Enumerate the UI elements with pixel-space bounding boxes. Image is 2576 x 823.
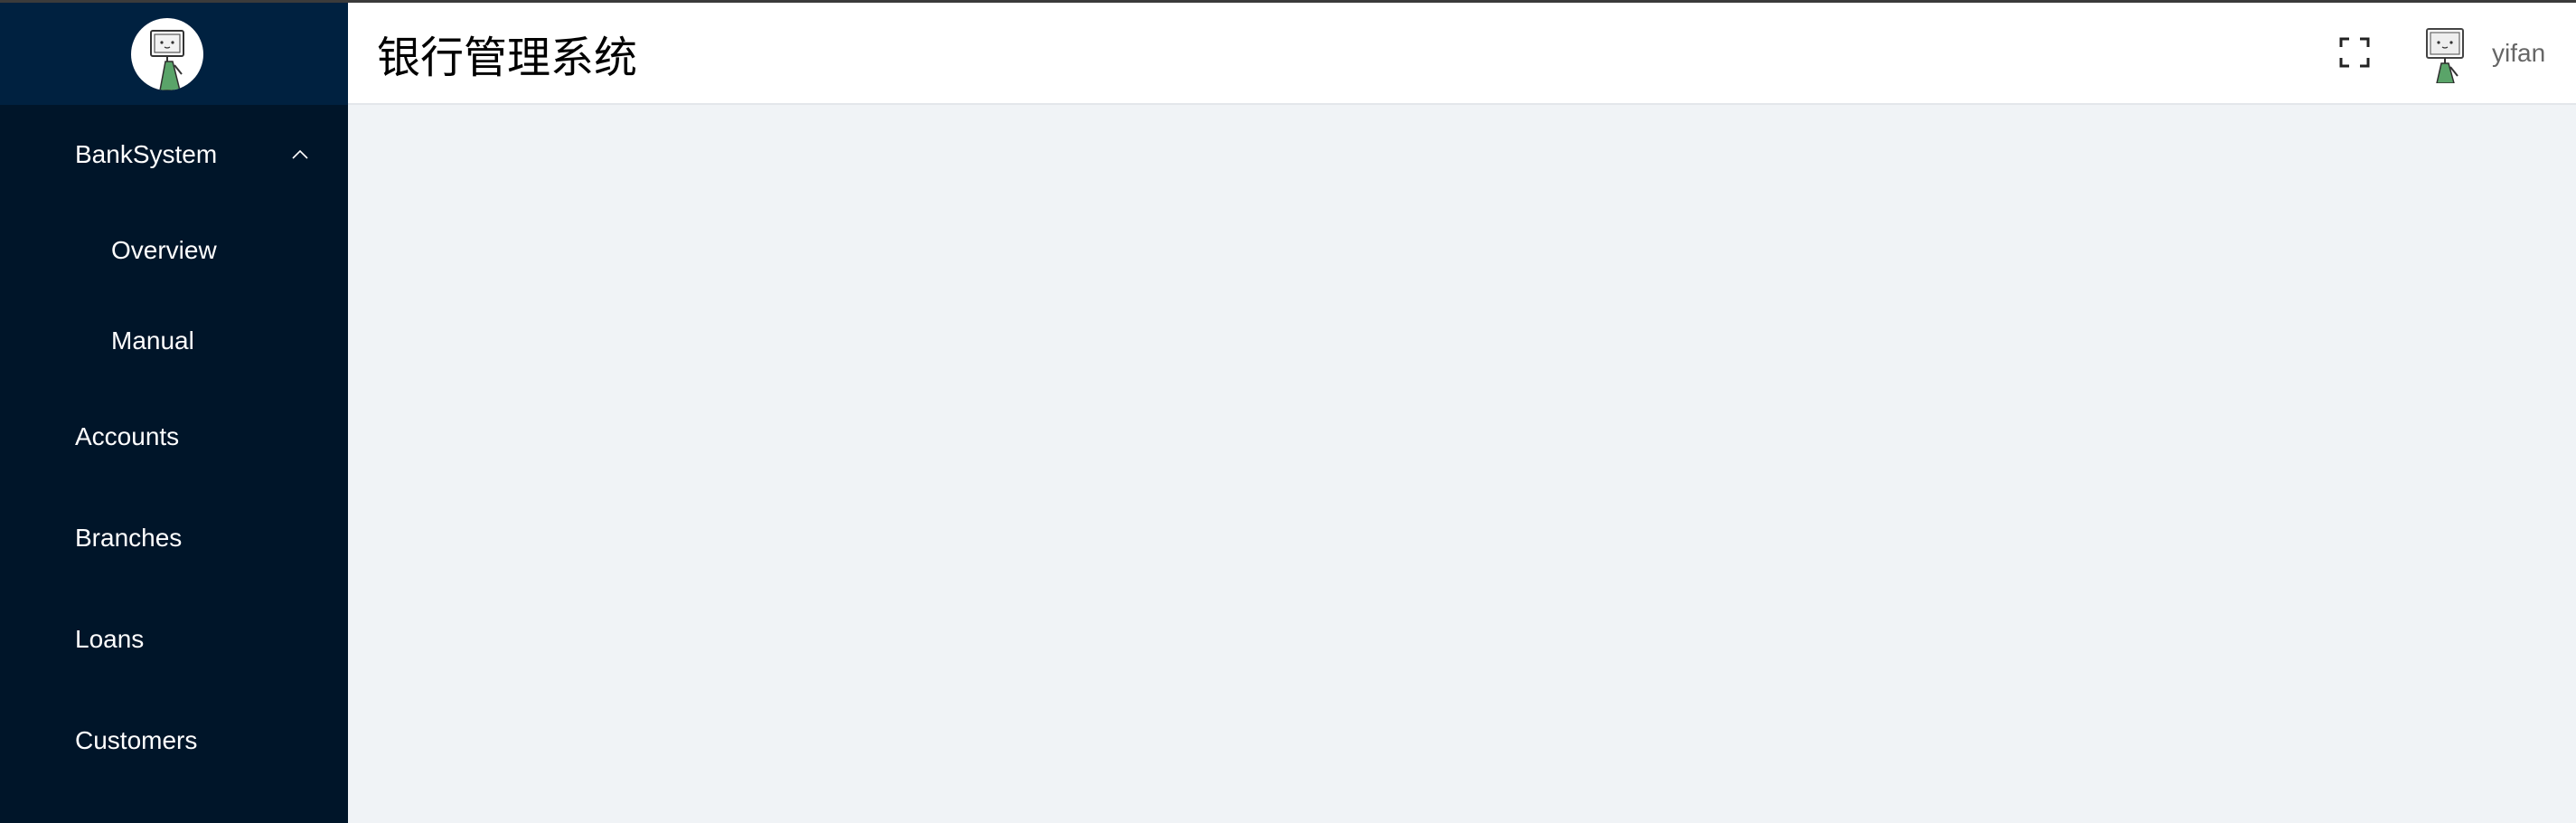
sidebar-item-manual[interactable]: Manual	[0, 305, 348, 377]
page-title: 银行管理系统	[377, 33, 638, 82]
sidebar-item-label: Manual	[111, 326, 194, 355]
sidebar-item-overview[interactable]: Overview	[0, 214, 348, 287]
top-header: 银行管理系统 yifan	[348, 3, 2576, 105]
sidebar-item-label: Customers	[75, 726, 198, 754]
sidebar-item-label: Loans	[75, 625, 145, 653]
logo[interactable]	[131, 18, 203, 90]
sidebar-item-label: Overview	[111, 236, 217, 264]
main-content	[348, 105, 2576, 823]
username[interactable]: yifan	[2492, 39, 2545, 68]
sidebar-item-label: Accounts	[75, 422, 180, 450]
sidebar: BankSystem Overview Manual Accounts Bran…	[0, 3, 348, 823]
sidebar-item-loans[interactable]: Loans	[0, 603, 348, 676]
window-top-border	[0, 0, 2576, 3]
sidebar-item-branches[interactable]: Branches	[0, 502, 348, 574]
robot-avatar-icon	[150, 30, 184, 90]
logo-area	[0, 3, 348, 105]
robot-avatar-icon	[2426, 28, 2464, 83]
sidebar-item-label: BankSystem	[75, 140, 218, 168]
sidebar-item-label: Branches	[75, 524, 183, 552]
sidebar-item-customers[interactable]: Customers	[0, 705, 348, 777]
chevron-up-icon[interactable]	[291, 149, 309, 160]
user-avatar[interactable]	[2421, 27, 2468, 83]
fullscreen-icon[interactable]	[2338, 36, 2371, 69]
sidebar-item-banksystem[interactable]: BankSystem	[0, 118, 348, 191]
sidebar-item-accounts[interactable]: Accounts	[0, 401, 348, 473]
